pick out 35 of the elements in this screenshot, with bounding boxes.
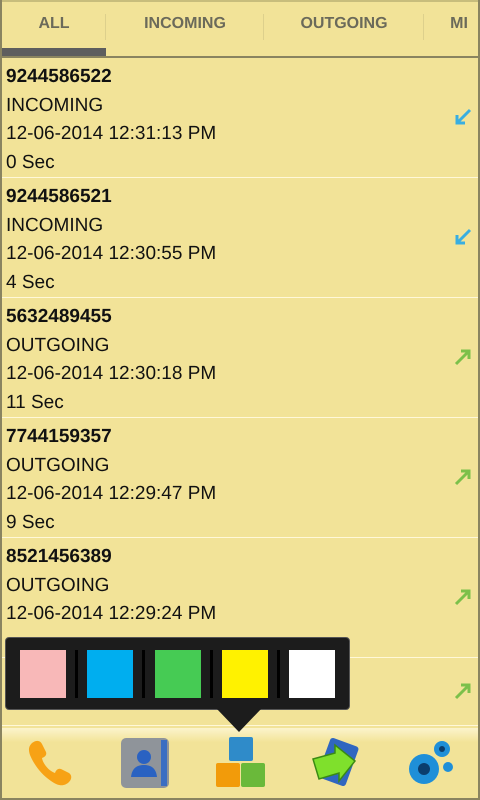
color-swatch[interactable] [154, 650, 200, 698]
contacts-book-icon[interactable] [118, 737, 171, 789]
color-swatch[interactable] [87, 650, 134, 698]
phone-number: 5632489455 [6, 305, 112, 329]
call-duration: 9 Sec [6, 510, 55, 534]
call-type: OUTGOING [6, 334, 110, 358]
color-swatch[interactable] [20, 650, 66, 698]
outgoing-arrow-icon [454, 348, 472, 366]
tab[interactable]: INCOMING [106, 2, 264, 56]
call-time: 12-06-2014 12:31:13 PM [6, 122, 216, 146]
call-type: INCOMING [6, 94, 104, 118]
tab[interactable]: OUTGOING [264, 2, 424, 56]
call-time: 12-06-2014 12:29:24 PM [6, 602, 216, 626]
call-time: 12-06-2014 12:30:18 PM [6, 362, 216, 386]
call-type: OUTGOING [6, 574, 110, 598]
incoming-arrow-icon [454, 228, 472, 246]
phone-number: 9244586521 [6, 185, 112, 209]
transfer-icon[interactable] [309, 737, 362, 789]
blocks-icon[interactable] [214, 737, 266, 789]
call-type: OUTGOING [6, 454, 110, 478]
phone-number: 8521456389 [6, 545, 112, 569]
outgoing-arrow-icon [454, 468, 472, 486]
call-type: INCOMING [6, 214, 104, 238]
phone-number: 9244586522 [6, 65, 112, 89]
call-time: 12-06-2014 12:29:47 PM [6, 482, 216, 506]
outgoing-arrow-icon [454, 682, 472, 700]
call-duration: 0 Sec [6, 150, 55, 174]
call-time: 12-06-2014 12:30:55 PM [6, 242, 216, 266]
outgoing-arrow-icon [454, 588, 472, 606]
phone-number: 7744159357 [6, 425, 112, 449]
call-duration: 11 Sec [6, 390, 64, 414]
incoming-arrow-icon [454, 108, 472, 126]
call-duration: 4 Sec [6, 270, 55, 294]
color-swatch[interactable] [289, 650, 335, 698]
color-swatch[interactable] [222, 650, 268, 698]
